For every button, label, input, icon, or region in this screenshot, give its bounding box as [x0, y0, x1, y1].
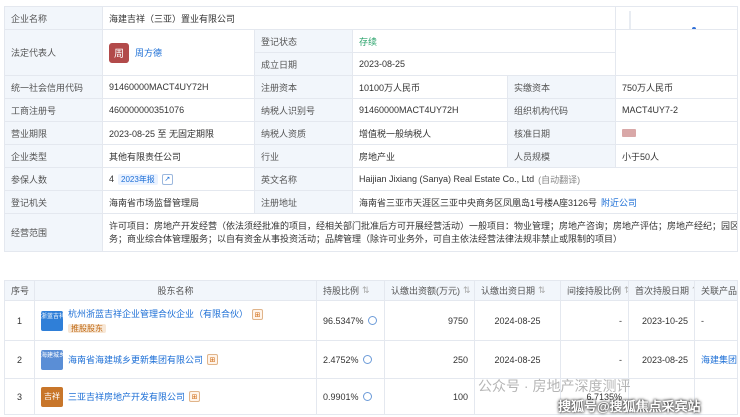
legal-rep-cell: 周 周方德: [103, 30, 255, 75]
org-code-label: 组织机构代码: [508, 99, 616, 121]
col-no: 序号: [5, 281, 35, 300]
org-icon[interactable]: ⊞: [189, 391, 201, 402]
reg-authority-label: 登记机关: [5, 191, 103, 213]
name-label: 企业名称: [5, 7, 103, 29]
status-block: 登记状态 存续 成立日期 2023-08-25: [255, 30, 616, 75]
company-logo: 浙蓝吉祥: [41, 310, 65, 331]
table-row: 1 浙蓝吉祥 杭州浙蓝吉祥企业管理合伙企业（有限合伙） ⊞ 推股股东 96.534…: [5, 301, 738, 341]
trend-chart-svg: [629, 11, 696, 29]
col-name: 股东名称: [35, 281, 317, 300]
shareholder-name-link[interactable]: 三亚吉祥房地产开发有限公司: [68, 390, 185, 403]
watermark-text-2: 搜狐号@搜狐焦点采宾站: [558, 399, 701, 414]
industry-label: 行业: [255, 145, 353, 167]
related-link[interactable]: 海建集团: [695, 341, 738, 378]
company-name: 海建吉祥（三亚）置业有限公司: [103, 7, 616, 29]
english-name-label: 英文名称: [255, 168, 353, 190]
biz-reg-no-value: 460000000351076: [103, 99, 255, 121]
taxpayer-qual-value: 增值税一般纳税人: [353, 122, 508, 144]
nearby-companies-link[interactable]: 附近公司: [601, 196, 637, 209]
shareholder-name-link[interactable]: 杭州浙蓝吉祥企业管理合伙企业（有限合伙）: [68, 309, 248, 319]
insured-value: 4: [109, 174, 115, 184]
auto-translate-note: (自动翻译): [538, 174, 581, 185]
biz-term-value: 2023-08-25 至 无固定期限: [103, 122, 255, 144]
equity-chart-icon[interactable]: [367, 316, 377, 325]
credit-code-value: 91460000MACT4UY72H: [103, 76, 255, 98]
reg-authority-value: 海南省市场监督管理局: [103, 191, 255, 213]
reg-capital-label: 注册资本: [255, 76, 353, 98]
scope-line-1: 许可项目：房地产开发经营（依法须经批准的项目，经相关部门批准后方可开展经营活动）…: [109, 220, 738, 231]
taxpayer-id-value: 91460000MACT4UY72H: [353, 99, 508, 121]
paid-capital-value: 750万人民币: [616, 76, 738, 98]
scope-line-2: 务；商业综合体管理服务；以自有资金从事投资活动；品牌管理（除许可业务外，可自主依…: [109, 233, 623, 244]
org-icon[interactable]: ⊞: [252, 309, 264, 321]
status-label: 登记状态: [255, 30, 353, 52]
lock-icon[interactable]: [622, 129, 636, 137]
legal-rep-label: 法定代表人: [5, 30, 103, 75]
col-ratio: 持股比例 ⇅: [317, 281, 385, 300]
staff-size-value: 小于50人: [616, 145, 738, 167]
reg-capital-value: 10100万人民币: [353, 76, 508, 98]
company-info-table: 企业名称 海建吉祥（三亚）置业有限公司 法定代表人 周 周方德 登记状态 存续 …: [4, 6, 738, 252]
staff-size-label: 人员规模: [508, 145, 616, 167]
shareholder-name-link[interactable]: 海南省海建城乡更新集团有限公司: [68, 353, 203, 366]
table-row: 2 海建城乡 海南省海建城乡更新集团有限公司 ⊞ 2.4752% 250 2024…: [5, 341, 738, 379]
avatar: 周: [109, 42, 129, 63]
col-amount: 认缴出资额(万元) ⇅: [385, 281, 475, 300]
col-related: 关联产品/机构: [695, 281, 738, 300]
credit-code-label: 统一社会信用代码: [5, 76, 103, 98]
legal-rep-link[interactable]: 周方德: [135, 46, 162, 59]
watermark-text-1: 公众号 · 房地产深度测评: [478, 378, 631, 394]
biz-term-label: 营业期限: [5, 122, 103, 144]
org-icon[interactable]: ⊞: [207, 354, 219, 365]
reg-address-cell: 海南省三亚市天涯区三亚中央商务区凤凰岛1号楼A座3126号 附近公司: [353, 191, 738, 213]
scope-label: 经营范围: [5, 214, 103, 251]
company-type-label: 企业类型: [5, 145, 103, 167]
scope-value: 许可项目：房地产开发经营（依法须经批准的项目，经相关部门批准后方可开展经营活动）…: [103, 214, 738, 251]
equity-chart-icon[interactable]: [362, 355, 372, 364]
trend-icon[interactable]: ↗: [161, 173, 173, 185]
insured-cell: 4 2023年报 ↗: [103, 168, 255, 190]
reg-address-value: 海南省三亚市天涯区三亚中央商务区凤凰岛1号楼A座3126号: [359, 197, 598, 208]
equity-chart-icon[interactable]: [362, 392, 372, 401]
annual-report-badge[interactable]: 2023年报: [118, 173, 158, 185]
industry-value: 房地产业: [353, 145, 508, 167]
shareholder-tag: 推股股东: [68, 324, 106, 334]
status-value: 存续: [353, 30, 616, 52]
biz-reg-no-label: 工商注册号: [5, 99, 103, 121]
approval-date-label: 核准日期: [508, 122, 616, 144]
company-logo: 海建城乡: [41, 349, 65, 370]
approval-date-cell: [616, 122, 738, 144]
paid-capital-label: 实缴资本: [508, 76, 616, 98]
col-first-date: 首次持股日期⇅: [629, 281, 695, 300]
taxpayer-id-label: 纳税人识别号: [255, 99, 353, 121]
english-name-cell: Haijian Jixiang (Sanya) Real Estate Co.,…: [353, 168, 738, 190]
company-logo: 吉祥: [41, 386, 63, 407]
trend-chart: [616, 7, 738, 29]
chart-peak-dot: [692, 27, 696, 29]
col-date: 认缴出资日期 ⇅: [475, 281, 561, 300]
taxpayer-qual-label: 纳税人资质: [255, 122, 353, 144]
est-date-value: 2023-08-25: [353, 53, 616, 75]
insured-label: 参保人数: [5, 168, 103, 190]
english-name-value: Haijian Jixiang (Sanya) Real Estate Co.,…: [359, 174, 535, 184]
org-code-value: MACT4UY7-2: [616, 99, 738, 121]
company-type-value: 其他有限责任公司: [103, 145, 255, 167]
est-date-label: 成立日期: [255, 53, 353, 75]
reg-address-label: 注册地址: [255, 191, 353, 213]
shareholder-header-row: 序号 股东名称 持股比例⇅ 认缴出资额(万元)⇅ 认缴出资日期⇅ 间接持股比例⇅…: [5, 281, 738, 301]
col-indirect: 间接持股比例⇅: [561, 281, 629, 300]
